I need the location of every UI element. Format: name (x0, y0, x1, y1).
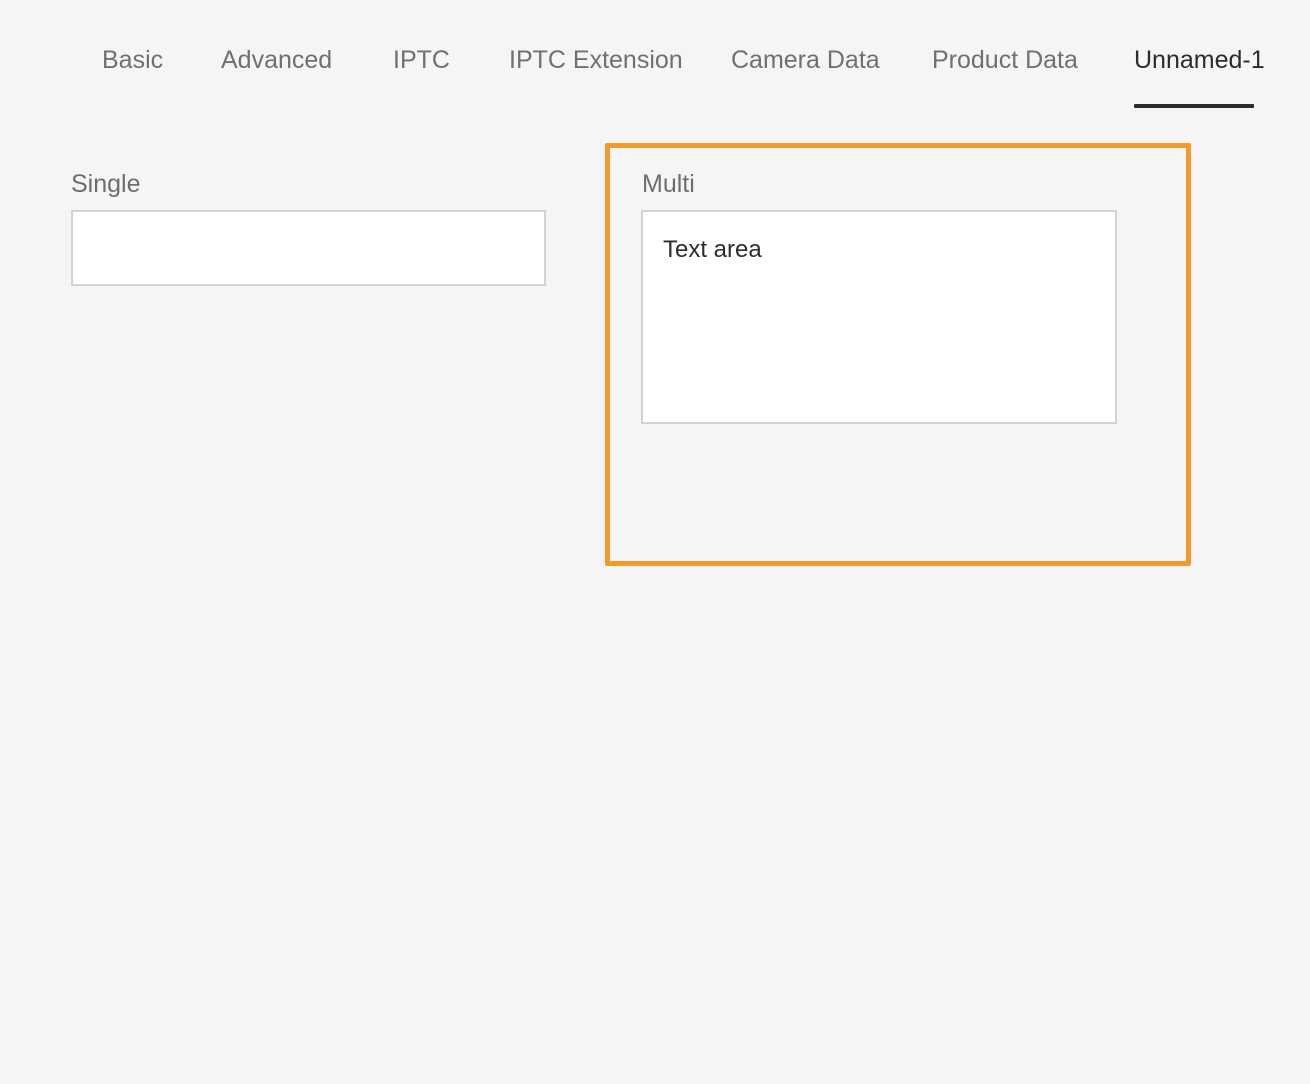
tab-basic[interactable]: Basic (102, 42, 163, 108)
tab-camera-data[interactable]: Camera Data (731, 42, 880, 108)
tab-unnamed-1[interactable]: Unnamed-1 (1134, 42, 1265, 108)
single-field-label: Single (71, 170, 141, 198)
tab-iptc-extension[interactable]: IPTC Extension (509, 42, 683, 108)
tab-iptc[interactable]: IPTC (393, 42, 450, 108)
multi-textarea[interactable]: Text area (641, 210, 1117, 424)
multi-textarea-value: Text area (663, 236, 762, 263)
single-input[interactable] (71, 210, 546, 286)
tab-advanced[interactable]: Advanced (221, 42, 332, 108)
tab-bar: Basic Advanced IPTC IPTC Extension Camer… (0, 0, 1310, 110)
multi-field-label: Multi (642, 170, 695, 198)
tab-product-data[interactable]: Product Data (932, 42, 1078, 108)
